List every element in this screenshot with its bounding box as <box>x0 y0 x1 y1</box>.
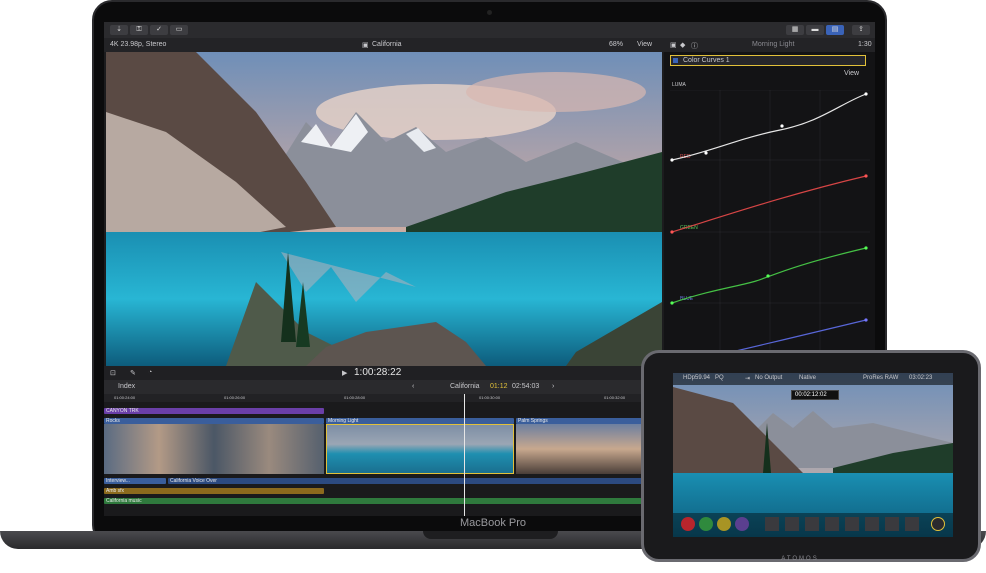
playlist-button[interactable] <box>717 517 731 531</box>
effect-title-bar[interactable]: Color Curves 1 <box>670 55 866 66</box>
audio-clip-music[interactable]: California music <box>104 498 648 504</box>
focus-peaking-icon[interactable] <box>825 517 839 531</box>
viewer-header: 4K 23.98p, Stereo ▣ California 68% View <box>104 38 664 52</box>
frame-guide-icon[interactable] <box>865 517 879 531</box>
lut-icon[interactable] <box>885 517 899 531</box>
atomos-tool-bar <box>673 513 953 537</box>
inspector-toggle-icon[interactable]: ▤ <box>826 25 844 35</box>
ruler-tick: 01:00:26:00 <box>224 395 246 400</box>
zoom-menu[interactable]: 68% <box>609 41 623 48</box>
tag-icon[interactable]: ▭ <box>170 25 188 35</box>
enhance-icon[interactable]: ✎ <box>130 369 136 377</box>
check-icon[interactable]: ✓ <box>150 25 168 35</box>
ruler-tick: 01:00:28:00 <box>344 395 366 400</box>
audio-clip-sfx[interactable]: Amb sfx <box>104 488 324 494</box>
video-clip-palm-springs[interactable] <box>516 424 646 474</box>
viewer-image <box>106 52 662 366</box>
timeline-toggle-icon[interactable]: ▬ <box>806 25 824 35</box>
luma-curve <box>671 93 867 161</box>
atomos-screen: HDp59.94 PQ ⇥ No Output Native ProRes RA… <box>673 373 953 537</box>
effect-name[interactable]: Color Curves 1 <box>683 57 730 64</box>
color-curves-inspector: Color Curves 1 View LUMA RED GREEN BLUE <box>664 52 875 366</box>
scope-icon[interactable] <box>765 517 779 531</box>
index-button[interactable]: Index <box>118 383 135 390</box>
timecode-display[interactable]: 1:00:28:22 <box>354 367 401 378</box>
native-status: Native <box>799 375 817 381</box>
input-codec: PQ <box>715 375 724 381</box>
transform-icon[interactable]: ⊡ <box>110 369 116 377</box>
menu-icon[interactable] <box>931 517 945 531</box>
luma-label: LUMA <box>672 82 686 88</box>
monitor-button[interactable] <box>735 517 749 531</box>
top-toolbar: ⇣ ⚿ ✓ ▭ ▦ ▬ ▤ ⇪ <box>104 22 875 38</box>
import-icon[interactable]: ⇣ <box>110 25 128 35</box>
clapper-icon: ▣ <box>362 42 369 49</box>
atomos-brand: ATOMOS <box>781 556 819 562</box>
audio-clip-voice[interactable]: California Voice Over <box>168 478 648 484</box>
atomos-timecode-box[interactable]: 00:02:12:02 <box>791 390 839 400</box>
webcam <box>487 10 492 15</box>
browser-toggle-icon[interactable]: ▦ <box>786 25 804 35</box>
video-clip-rocks[interactable] <box>104 424 324 474</box>
timeline-duration: 02:54:03 <box>512 383 540 390</box>
info-icon[interactable]: ⓘ <box>691 41 698 51</box>
play-icon[interactable]: ▶ <box>342 369 347 377</box>
video-clip-morning-light[interactable] <box>326 424 514 474</box>
play-button[interactable] <box>699 517 713 531</box>
title-clip[interactable]: CANYON TRK <box>104 408 324 414</box>
ruler-tick: 01:00:24:00 <box>114 395 136 400</box>
speed-icon[interactable]: ◔ <box>148 369 152 376</box>
share-icon[interactable]: ⇪ <box>852 25 870 35</box>
inspector-view-menu[interactable]: View <box>844 70 859 77</box>
red-curve <box>671 175 867 233</box>
viewer-format: 4K 23.98p, Stereo <box>110 41 167 48</box>
ruler-tick: 01:00:30:00 <box>479 395 501 400</box>
atomos-status-bar: HDp59.94 PQ ⇥ No Output Native ProRes RA… <box>673 373 953 385</box>
transport-bar: ⊡ ✎ ◔ ▶ 1:00:28:22 <box>104 366 664 380</box>
inspector-duration: 1:30 <box>858 41 872 48</box>
atomos-timecode: 00:02:12:02 <box>795 392 827 398</box>
output-icon: ⇥ <box>745 376 751 382</box>
audio-clip-interview[interactable]: Interview... <box>104 478 166 484</box>
laptop-notch <box>423 531 558 539</box>
timeline-project[interactable]: California <box>450 383 480 390</box>
record-button[interactable] <box>681 517 695 531</box>
video-inspector-icon[interactable]: ▣ <box>670 41 677 49</box>
record-codec: ProRes RAW <box>863 375 899 381</box>
color-inspector-icon[interactable]: ◆ <box>680 41 685 49</box>
inspector-header: ▣ ◆ ⓘ Morning Light 1:30 <box>664 38 875 52</box>
settings-icon[interactable] <box>905 517 919 531</box>
input-format: HDp59.94 <box>683 375 711 381</box>
output-status: No Output <box>755 375 783 381</box>
keyword-icon[interactable]: ⚿ <box>130 25 148 35</box>
zoom-icon[interactable] <box>785 517 799 531</box>
playhead[interactable] <box>464 394 465 516</box>
forward-icon[interactable]: › <box>552 383 554 390</box>
viewer-view-menu[interactable]: View <box>637 41 652 48</box>
timeline-position: 01:12 <box>490 383 508 390</box>
lake-landscape-image <box>106 52 662 366</box>
curve-graphs[interactable] <box>670 90 870 366</box>
effect-checkbox[interactable] <box>673 58 678 63</box>
back-icon[interactable]: ‹ <box>412 383 414 390</box>
ruler-tick: 01:00:32:00 <box>604 395 626 400</box>
false-color-icon[interactable] <box>845 517 859 531</box>
inspector-clip-name: Morning Light <box>752 41 795 48</box>
record-time: 03:02:23 <box>909 375 933 381</box>
grid-icon[interactable] <box>805 517 819 531</box>
viewer-project-title: California <box>372 41 402 48</box>
